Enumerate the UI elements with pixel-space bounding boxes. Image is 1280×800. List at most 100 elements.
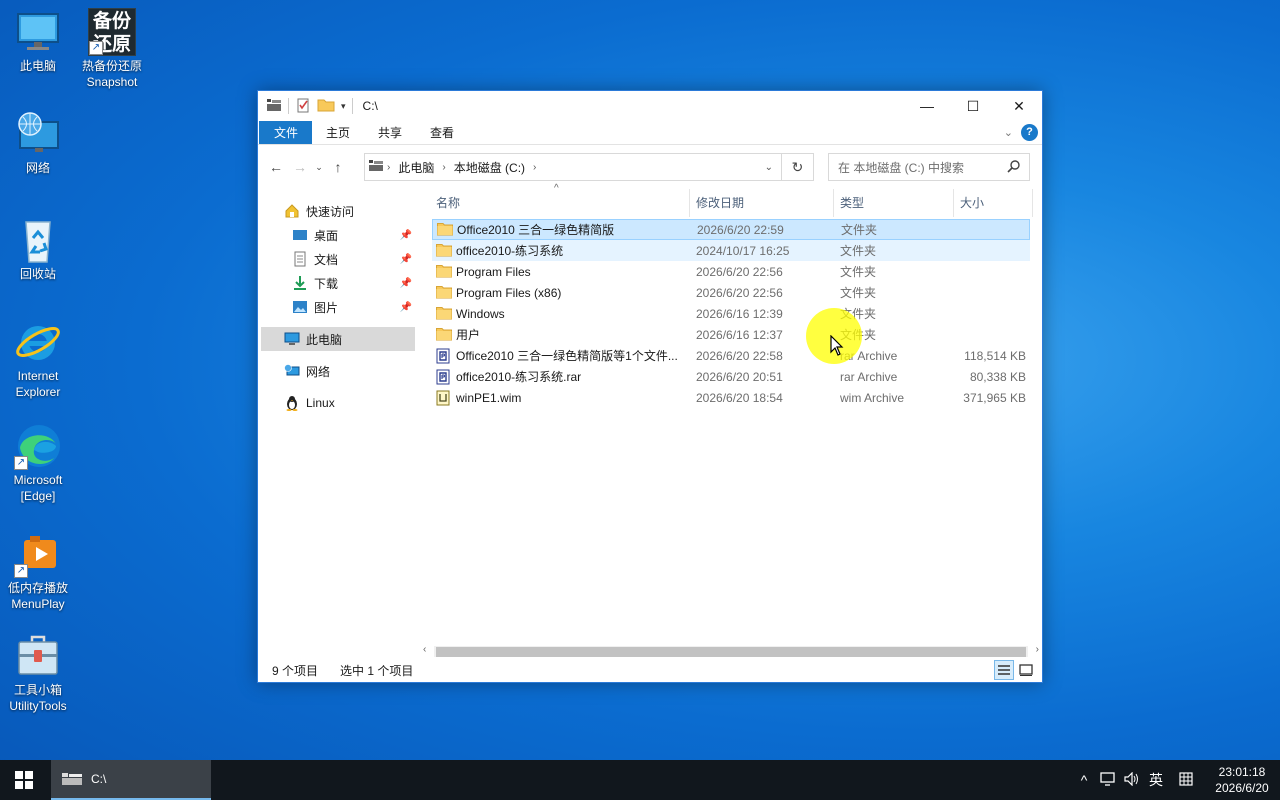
documents-icon <box>292 251 308 267</box>
clock-date: 2026/6/20 <box>1215 781 1269 795</box>
scroll-right-icon[interactable]: › <box>1036 644 1039 655</box>
this-pc-small-icon <box>365 159 385 175</box>
horizontal-scrollbar[interactable]: ‹ › <box>420 643 1042 659</box>
desktop-icon-recycle-bin[interactable]: 回收站 <box>0 216 76 282</box>
file-type: wim Archive <box>840 390 905 405</box>
desktop-icon-menuplay[interactable]: ↗ 低内存播放 MenuPlay <box>0 530 76 612</box>
file-size: 80,338 KB <box>969 369 1026 384</box>
file-type: 文件夹 <box>840 286 877 300</box>
up-button[interactable]: ↑ <box>326 159 350 175</box>
column-size[interactable]: 大小 <box>954 189 984 217</box>
search-box[interactable]: 在 本地磁盘 (C:) 中搜索 <box>828 153 1030 181</box>
table-row[interactable]: winPE1.wim 2026/6/20 18:54 wim Archive 371,… <box>432 387 1030 408</box>
show-hidden-icons-chevron-icon[interactable]: ^ <box>1072 772 1096 788</box>
table-row[interactable]: 用户2026/6/16 12:37文件夹 <box>432 324 1030 345</box>
tab-file[interactable]: 文件 <box>259 121 313 144</box>
search-input[interactable]: 在 本地磁盘 (C:) 中搜索 <box>838 159 964 176</box>
recent-locations-icon[interactable]: ⌄ <box>312 162 326 173</box>
chevron-right-icon[interactable]: › <box>385 162 392 173</box>
desktop-icon-snapshot[interactable]: 备份还原 ↗ 热备份还原 Snapshot <box>74 8 150 90</box>
start-button[interactable] <box>0 760 48 800</box>
desktop-icon-network[interactable]: 网络 <box>0 110 76 176</box>
column-date[interactable]: 修改日期 <box>690 189 744 217</box>
minimize-button[interactable]: — <box>904 91 950 121</box>
back-button[interactable]: ← <box>264 159 288 175</box>
taskbar-clock[interactable]: 23:01:18 2026/6/20 <box>1204 764 1280 796</box>
pin-icon[interactable]: 📌 <box>400 278 412 289</box>
desktop-icon-utilitytools[interactable]: 工具小箱 UtilityTools <box>0 632 76 714</box>
desktop-icon-edge[interactable]: ↗ Microsoft [Edge] <box>0 422 76 504</box>
quick-access-toolbar: ▾ <box>258 97 353 116</box>
file-size: 371,965 KB <box>963 390 1026 405</box>
volume-icon[interactable] <box>1120 771 1144 789</box>
large-icons-view-button[interactable] <box>1016 660 1036 680</box>
address-dropdown-icon[interactable]: ⌄ <box>765 162 773 173</box>
nav-quick-access[interactable]: 快速访问 <box>284 199 354 223</box>
network-status-icon[interactable] <box>1096 771 1120 789</box>
edge-logo-icon: ↗ <box>14 422 62 470</box>
table-row[interactable]: Office2010 三合一绿色精简版等1个文件... 2026/6/20 22:… <box>432 345 1030 366</box>
tab-view[interactable]: 查看 <box>416 121 468 144</box>
column-divider[interactable] <box>1032 189 1033 217</box>
table-row[interactable]: Program Files 2026/6/20 22:56 文件夹 <box>432 261 1030 282</box>
file-date: 2026/6/16 12:39 <box>696 306 783 321</box>
desktop-icon-internet-explorer[interactable]: Internet Explorer <box>0 318 76 400</box>
nav-documents[interactable]: 文档 📌 <box>292 247 412 271</box>
explorer-window[interactable]: ▾ C:\ — ☐ ✕ 文件 主页 共享 查看 ⌄ ? ← → ⌄ ↑ › 此电… <box>257 90 1043 683</box>
pin-icon[interactable]: 📌 <box>400 254 412 265</box>
file-name-cell: office2010-练习系统 <box>436 242 563 259</box>
scroll-left-icon[interactable]: ‹ <box>423 644 426 655</box>
table-row[interactable]: Office2010 三合一绿色精简版 2026/6/20 22:59 文件夹 <box>432 219 1030 240</box>
folder-icon <box>436 264 452 280</box>
explorer-app-icon[interactable] <box>266 98 282 115</box>
file-list[interactable]: ^ 名称 修改日期 类型 大小 Office2010 三合一绿色精简版 2026/… <box>430 183 1034 637</box>
input-language-indicator[interactable]: 英 <box>1144 770 1168 790</box>
archive-icon <box>436 369 452 385</box>
address-bar[interactable]: › 此电脑 › 本地磁盘 (C:) › ⌄ <box>364 153 782 181</box>
column-name[interactable]: 名称 <box>430 189 460 217</box>
nav-linux[interactable]: Linux <box>284 391 335 415</box>
file-date: 2026/6/20 22:58 <box>696 348 783 363</box>
desktop-icon-this-pc[interactable]: 此电脑 <box>0 8 76 74</box>
refresh-button[interactable]: ↻ <box>782 153 814 181</box>
download-arrow-icon <box>292 275 308 291</box>
properties-icon[interactable] <box>295 97 311 116</box>
window-title: C:\ <box>362 99 378 113</box>
tab-home[interactable]: 主页 <box>312 121 364 144</box>
nav-this-pc[interactable]: 此电脑 <box>284 327 342 351</box>
breadcrumb-local-disk[interactable]: 本地磁盘 (C:) <box>448 159 531 176</box>
nav-desktop[interactable]: 桌面 📌 <box>292 223 412 247</box>
new-folder-icon[interactable] <box>317 97 335 116</box>
pictures-icon <box>292 299 308 315</box>
ime-mode-icon[interactable] <box>1174 771 1198 789</box>
ribbon-expand-icon[interactable]: ⌄ <box>1004 126 1013 139</box>
table-row[interactable]: office2010-练习系统 2024/10/17 16:25 文件夹 <box>432 240 1030 261</box>
details-view-button[interactable] <box>994 660 1014 680</box>
file-name-cell: office2010-练习系统.rar <box>436 368 581 385</box>
system-tray: ^ 英 23:01:18 2026/6/20 <box>1072 760 1280 800</box>
help-icon[interactable]: ? <box>1021 124 1038 141</box>
table-row[interactable]: Windows 2026/6/16 12:39 文件夹 <box>432 303 1030 324</box>
nav-network[interactable]: 网络 <box>284 359 330 383</box>
breadcrumb-this-pc[interactable]: 此电脑 <box>392 159 440 176</box>
file-name-cell: 用户 <box>436 326 480 343</box>
maximize-button[interactable]: ☐ <box>950 91 996 121</box>
qat-dropdown-icon[interactable]: ▾ <box>341 101 346 112</box>
column-type[interactable]: 类型 <box>834 189 864 217</box>
pin-icon[interactable]: 📌 <box>400 230 412 241</box>
pin-icon[interactable]: 📌 <box>400 302 412 313</box>
table-row[interactable]: office2010-练习系统.rar 2026/6/20 20:51 rar Ar… <box>432 366 1030 387</box>
nav-pictures[interactable]: 图片 📌 <box>292 295 412 319</box>
toolbar-divider <box>351 98 353 114</box>
table-row[interactable]: Program Files (x86) 2026/6/20 22:56 文件夹 <box>432 282 1030 303</box>
title-bar[interactable]: ▾ C:\ — ☐ ✕ <box>258 91 1042 121</box>
forward-button[interactable]: → <box>288 159 312 175</box>
chevron-right-icon[interactable]: › <box>531 162 538 173</box>
close-button[interactable]: ✕ <box>996 91 1042 121</box>
nav-downloads[interactable]: 下载 📌 <box>292 271 412 295</box>
taskbar-explorer-button[interactable]: C:\ <box>51 760 211 800</box>
tab-share[interactable]: 共享 <box>364 121 416 144</box>
scroll-thumb[interactable] <box>436 647 1026 657</box>
taskbar: C:\ ^ 英 23:01:18 2026/6/20 <box>0 760 1280 800</box>
chevron-right-icon[interactable]: › <box>440 162 447 173</box>
